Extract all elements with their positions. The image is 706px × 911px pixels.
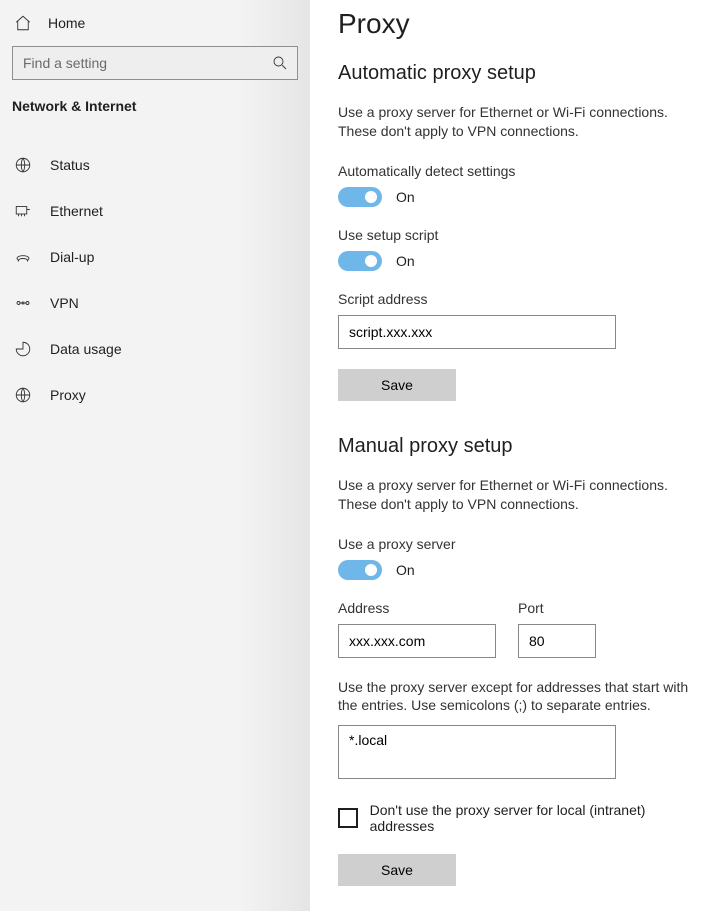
manual-proxy-desc: Use a proxy server for Ethernet or Wi-Fi… [338,476,706,514]
sidebar: Home Network & Internet Status [0,0,310,911]
auto-detect-state: On [396,189,415,205]
sidebar-item-dialup[interactable]: Dial-up [0,234,310,280]
auto-detect-toggle[interactable] [338,187,382,207]
port-input[interactable] [518,624,596,658]
script-address-label: Script address [338,291,706,307]
vpn-icon [14,294,32,312]
proxy-icon [14,386,32,404]
exceptions-input[interactable] [338,725,616,779]
script-address-input[interactable] [338,315,616,349]
sidebar-home-label: Home [48,15,85,31]
bypass-local-label: Don't use the proxy server for local (in… [370,802,706,834]
data-usage-icon [14,340,32,358]
ethernet-icon [14,202,32,220]
except-desc: Use the proxy server except for addresse… [338,678,706,716]
use-proxy-label: Use a proxy server [338,536,706,552]
dialup-icon [14,248,32,266]
setup-script-label: Use setup script [338,227,706,243]
sidebar-item-label: Data usage [50,341,122,357]
address-label: Address [338,600,496,616]
search-box[interactable] [12,46,298,80]
sidebar-item-label: Ethernet [50,203,103,219]
sidebar-home[interactable]: Home [0,0,310,40]
setup-script-toggle[interactable] [338,251,382,271]
sidebar-item-proxy[interactable]: Proxy [0,372,310,418]
auto-proxy-title: Automatic proxy setup [338,62,706,85]
main-panel: Proxy Automatic proxy setup Use a proxy … [310,0,706,911]
sidebar-item-data-usage[interactable]: Data usage [0,326,310,372]
auto-save-button[interactable]: Save [338,369,456,401]
sidebar-item-vpn[interactable]: VPN [0,280,310,326]
use-proxy-toggle[interactable] [338,560,382,580]
sidebar-item-label: Proxy [50,387,86,403]
sidebar-nav: Status Ethernet Dial-up VPN [0,142,310,418]
manual-save-button[interactable]: Save [338,854,456,886]
sidebar-item-label: VPN [50,295,79,311]
bypass-local-checkbox[interactable] [338,808,358,828]
sidebar-item-ethernet[interactable]: Ethernet [0,188,310,234]
sidebar-section-title: Network & Internet [0,98,310,142]
search-input[interactable] [13,47,263,79]
status-icon [14,156,32,174]
use-proxy-state: On [396,562,415,578]
manual-proxy-title: Manual proxy setup [338,435,706,458]
setup-script-state: On [396,253,415,269]
sidebar-item-label: Dial-up [50,249,94,265]
search-icon [271,54,289,72]
auto-detect-label: Automatically detect settings [338,163,706,179]
sidebar-item-status[interactable]: Status [0,142,310,188]
port-label: Port [518,600,596,616]
auto-proxy-desc: Use a proxy server for Ethernet or Wi-Fi… [338,103,706,141]
sidebar-item-label: Status [50,157,90,173]
page-title: Proxy [338,8,706,40]
address-input[interactable] [338,624,496,658]
home-icon [14,14,32,32]
